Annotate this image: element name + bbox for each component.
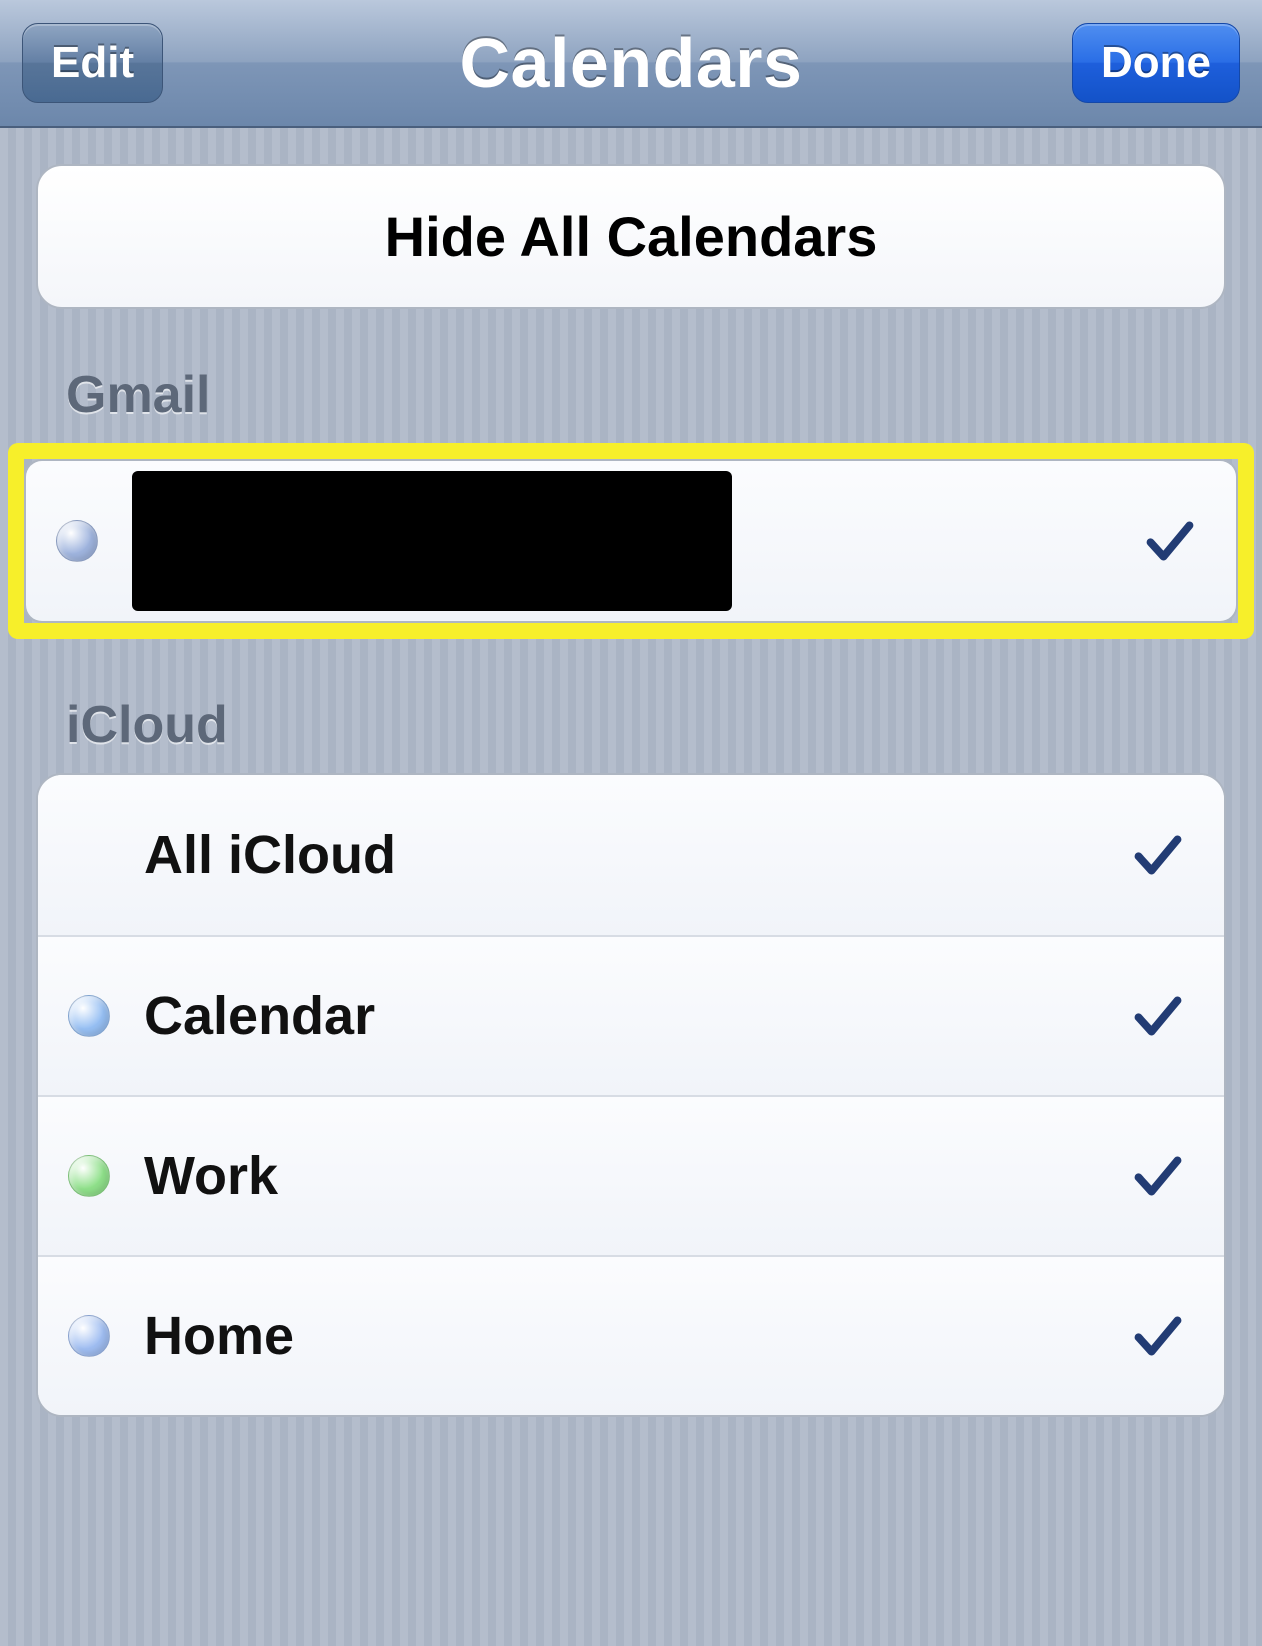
calendar-row-label: Home bbox=[144, 1305, 1132, 1367]
calendar-row-home[interactable]: Home bbox=[38, 1255, 1224, 1415]
redacted-label bbox=[132, 471, 732, 611]
checkmark-icon bbox=[1132, 990, 1184, 1042]
color-dot-icon bbox=[68, 995, 110, 1037]
hide-all-calendars-button[interactable]: Hide All Calendars bbox=[38, 166, 1224, 307]
gmail-group bbox=[24, 459, 1238, 623]
done-button[interactable]: Done bbox=[1072, 23, 1240, 103]
navbar: Edit Calendars Done bbox=[0, 0, 1262, 128]
calendar-row-gmail-0[interactable] bbox=[26, 461, 1236, 621]
checkmark-icon bbox=[1132, 829, 1184, 881]
section-header-gmail: Gmail bbox=[66, 365, 1226, 425]
checkmark-icon bbox=[1132, 1310, 1184, 1362]
calendar-row-all-icloud[interactable]: All iCloud bbox=[38, 775, 1224, 935]
calendar-row-label: Work bbox=[144, 1145, 1132, 1207]
calendar-row-calendar[interactable]: Calendar bbox=[38, 935, 1224, 1095]
edit-button[interactable]: Edit bbox=[22, 23, 163, 103]
calendar-row-label bbox=[132, 471, 1144, 611]
checkmark-icon bbox=[1132, 1150, 1184, 1202]
calendar-row-label: All iCloud bbox=[144, 824, 1132, 886]
color-dot-icon bbox=[68, 1155, 110, 1197]
gmail-highlight bbox=[8, 443, 1254, 639]
dot-spacer bbox=[68, 834, 110, 876]
checkmark-icon bbox=[1144, 515, 1196, 567]
hide-all-group: Hide All Calendars bbox=[36, 164, 1226, 309]
color-dot-icon bbox=[56, 520, 98, 562]
calendar-row-label: Calendar bbox=[144, 985, 1132, 1047]
color-dot-icon bbox=[68, 1315, 110, 1357]
icloud-group: All iCloud Calendar Work Home bbox=[36, 773, 1226, 1417]
section-header-icloud: iCloud bbox=[66, 695, 1226, 755]
calendar-row-work[interactable]: Work bbox=[38, 1095, 1224, 1255]
content: Hide All Calendars Gmail iCloud All iClo… bbox=[0, 128, 1262, 1417]
